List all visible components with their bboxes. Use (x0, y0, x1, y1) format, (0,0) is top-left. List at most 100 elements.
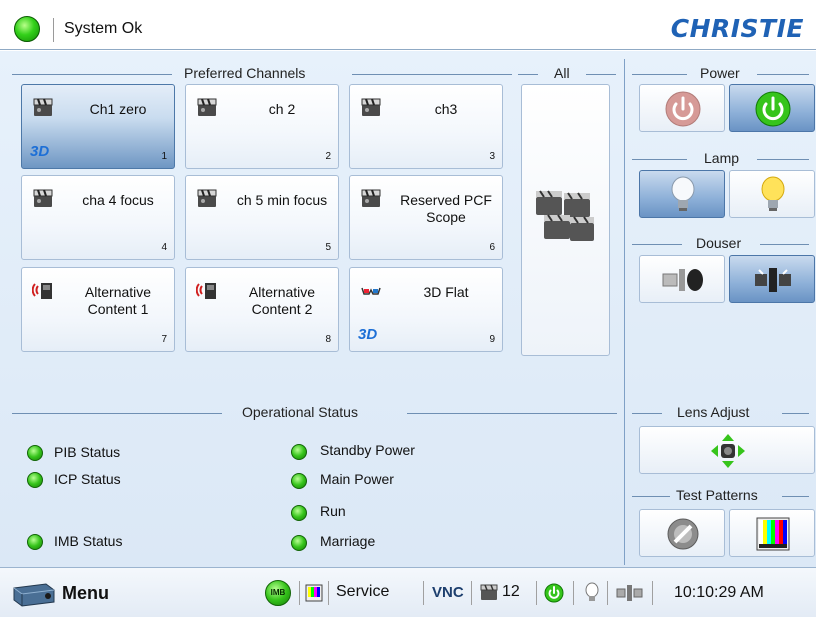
imb-status-button[interactable]: IMB (265, 580, 291, 606)
3d-glasses-icon (360, 279, 382, 301)
status-label: Main Power (320, 471, 394, 487)
status-led (291, 535, 307, 551)
top-bar: System Ok CHRISTIE (0, 0, 816, 50)
alternative-content-icon (195, 279, 218, 301)
3d-badge-icon: 3D (30, 143, 50, 160)
channel-number: 8 (325, 334, 331, 345)
douser-open-button[interactable] (639, 255, 725, 303)
taskbar: Menu IMB Service VNC 12 10:10:29 AM (0, 567, 816, 617)
status-label: Run (320, 503, 346, 519)
separator (536, 581, 537, 605)
power-off-icon (665, 91, 701, 127)
lightbulb-off-icon (671, 176, 695, 211)
system-status-text: System Ok (64, 20, 143, 37)
channel-tile[interactable]: cha 4 focus 4 (21, 175, 175, 260)
channel-number: 2 (325, 151, 331, 162)
channel-name: Alternative Content 1 (84, 284, 152, 317)
channel-name: Alternative Content 2 (248, 284, 316, 317)
channel-number: 1 (161, 151, 167, 162)
channel-tile[interactable]: Reserved PCF Scope 6 (349, 175, 503, 260)
status-label: IMB Status (54, 533, 123, 549)
separator (471, 581, 472, 605)
power-on-button[interactable] (729, 84, 815, 132)
channel-name: ch3 (434, 101, 458, 117)
clapperboard-icon (196, 187, 218, 209)
lamp-status-icon[interactable] (584, 582, 600, 604)
3d-badge-icon: 3D (358, 326, 378, 343)
lamp-off-button[interactable] (639, 170, 725, 218)
clapperboard-icon (480, 584, 498, 600)
service-button[interactable]: Service (336, 583, 389, 601)
separator (53, 18, 54, 42)
channel-number: 7 (161, 334, 167, 345)
douser-status-icon[interactable] (616, 583, 644, 603)
douser-closed-icon (755, 268, 791, 292)
test-patterns-title: Test Patterns (676, 487, 758, 503)
channel-number: 4 (161, 242, 167, 253)
alternative-content-icon (31, 279, 54, 301)
clapperboards-icon (536, 190, 594, 241)
separator (299, 581, 300, 605)
lamp-header: Lamp (632, 150, 810, 166)
imb-label: IMB (270, 588, 286, 597)
channel-number: 5 (325, 242, 331, 253)
test-patterns-header: Test Patterns (632, 487, 810, 503)
channel-tile[interactable]: ch 2 2 (185, 84, 339, 169)
test-pattern-off-button[interactable] (639, 509, 725, 557)
channel-name: ch 5 min focus (236, 192, 328, 208)
all-title: All (554, 65, 570, 81)
christie-logo: CHRISTIE (670, 14, 804, 43)
no-pattern-icon (667, 518, 699, 550)
lamp-title: Lamp (704, 150, 740, 166)
channel-tile[interactable]: ch 5 min focus 5 (185, 175, 339, 260)
status-led (27, 534, 43, 550)
douser-open-icon (662, 269, 703, 291)
channel-tile[interactable]: ch3 3 (349, 84, 503, 169)
all-channels-button[interactable] (521, 84, 610, 356)
preferred-channels-header: Preferred Channels (12, 65, 512, 81)
status-label: Marriage (320, 533, 376, 549)
preferred-channels-title: Preferred Channels (184, 65, 306, 81)
status-led (291, 473, 307, 489)
power-status-icon[interactable] (544, 583, 564, 603)
channel-number: 3 (489, 151, 495, 162)
channel-name: Reserved PCF Scope (400, 192, 492, 225)
test-pattern-icon (756, 517, 790, 551)
channel-name: Ch1 zero (89, 101, 147, 117)
lens-arrows-icon (711, 434, 745, 468)
channel-tile[interactable]: Ch1 zero 3D 1 (21, 84, 175, 169)
channel-count[interactable]: 12 (502, 583, 520, 601)
test-pattern-select-button[interactable] (729, 509, 815, 557)
douser-header: Douser (632, 235, 810, 251)
vnc-button[interactable]: VNC (432, 584, 464, 601)
channel-tile[interactable]: 3D Flat 3D 9 (349, 267, 503, 352)
status-label: ICP Status (54, 471, 121, 487)
clapperboard-icon (32, 187, 54, 209)
operational-status-header: Operational Status (12, 404, 617, 420)
douser-title: Douser (696, 235, 742, 251)
douser-closed-button[interactable] (729, 255, 815, 303)
lamp-on-button[interactable] (729, 170, 815, 218)
channel-name: ch 2 (268, 101, 296, 117)
menu-button[interactable]: Menu (0, 568, 140, 617)
test-pattern-status-icon[interactable] (305, 584, 323, 602)
channel-tile[interactable]: Alternative Content 1 7 (21, 267, 175, 352)
lens-adjust-button[interactable] (639, 426, 815, 474)
separator (573, 581, 574, 605)
channel-tile[interactable]: Alternative Content 2 8 (185, 267, 339, 352)
lightbulb-on-icon (761, 176, 785, 211)
status-led (27, 445, 43, 461)
power-on-icon (755, 91, 791, 127)
all-header: All (518, 65, 618, 81)
separator (328, 581, 329, 605)
power-off-button[interactable] (639, 84, 725, 132)
status-led (291, 505, 307, 521)
channel-name: 3D Flat (423, 284, 469, 300)
channel-number: 9 (489, 334, 495, 345)
system-status-led[interactable] (14, 16, 40, 42)
lens-adjust-header: Lens Adjust (632, 404, 810, 420)
channel-number: 6 (489, 242, 495, 253)
status-label: PIB Status (54, 444, 121, 460)
separator (423, 581, 424, 605)
projector-icon (13, 583, 55, 607)
